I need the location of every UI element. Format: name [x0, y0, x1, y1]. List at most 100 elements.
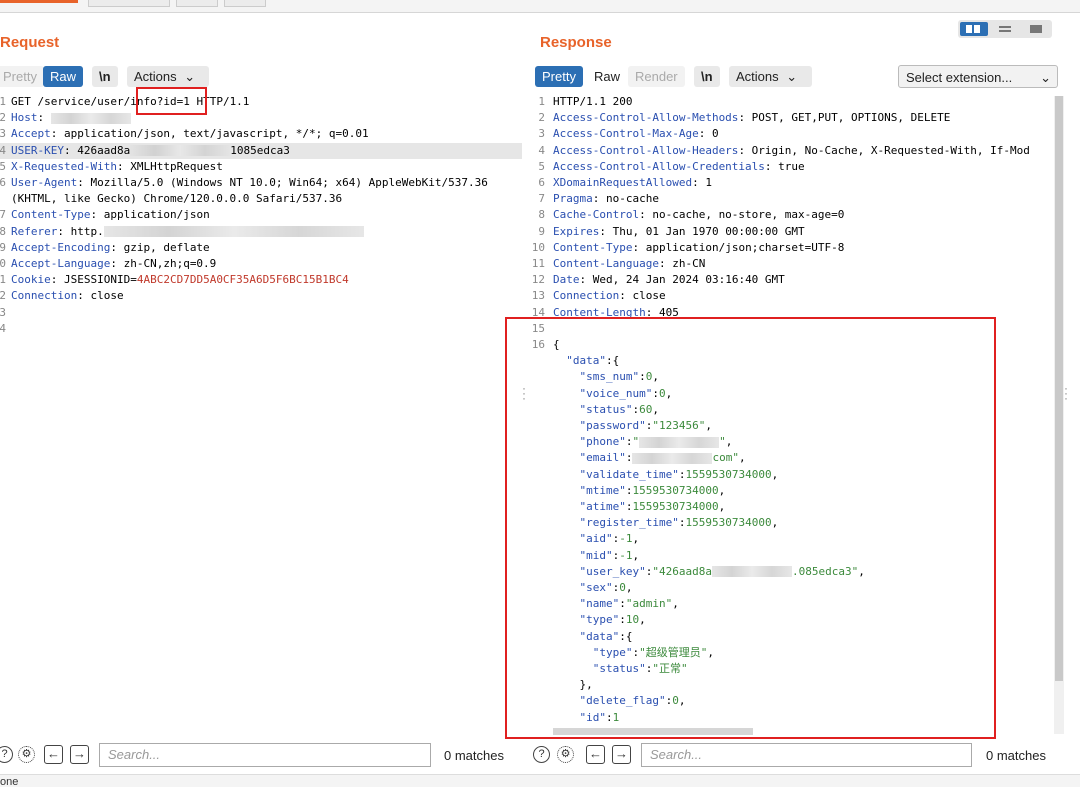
code-text: : POST, GET,PUT, OPTIONS, DELETE: [738, 111, 951, 125]
chevron-down-icon: ⌄: [184, 69, 196, 84]
header-key: Accept: [11, 127, 51, 141]
code-text: : Wed, 24 Jan 2024 03:16:40 GMT: [579, 273, 785, 287]
code-text: (KHTML, like Gecko) Chrome/120.0.0.0 Saf…: [11, 192, 343, 206]
response-tab-newline[interactable]: \n: [694, 66, 720, 87]
code-line[interactable]: 5 Access-Control-Allow-Credentials: true: [530, 159, 1054, 175]
line-number: 14: [0, 321, 6, 335]
tabs-layout-icon[interactable]: [1022, 22, 1050, 36]
line-number: 4: [0, 143, 6, 157]
line-number: 6: [538, 176, 545, 189]
code-text: :: [37, 111, 51, 125]
code-line[interactable]: 1 GET /service/user/info?id=1 HTTP/1.1: [0, 94, 522, 110]
code-line[interactable]: 2 Access-Control-Allow-Methods: POST, GET…: [530, 110, 1054, 126]
code-line[interactable]: 12 Date: Wed, 24 Jan 2024 03:16:40 GMT: [530, 272, 1054, 288]
line-number: 8: [0, 224, 6, 238]
code-line[interactable]: 4 USER-KEY: 426aad8a 1085edca3: [0, 142, 522, 159]
help-icon[interactable]: ?: [0, 746, 13, 763]
line-content: Expires: Thu, 01 Jan 1970 00:00:00 GMT: [553, 224, 805, 240]
header-key: Cookie: [11, 273, 51, 287]
tab-stub[interactable]: [224, 0, 266, 7]
line-content: Pragma: no-cache: [553, 191, 659, 207]
header-key: Content-Type: [11, 208, 91, 222]
code-text: : zh-CN: [658, 257, 706, 270]
code-line[interactable]: 8 Referer: http.: [0, 224, 522, 240]
line-content: HTTP/1.1 200: [553, 94, 632, 110]
previous-arrow-icon[interactable]: ←: [44, 745, 63, 764]
settings-gear-icon[interactable]: ⚙: [18, 746, 35, 763]
header-key: Cache-Control: [553, 208, 640, 222]
response-tab-raw[interactable]: Raw: [587, 66, 627, 87]
split-vertical-icon[interactable]: [991, 22, 1019, 36]
response-scrollbar[interactable]: [1054, 96, 1064, 734]
code-line[interactable]: 9 Accept-Encoding: gzip, deflate: [0, 240, 522, 256]
code-line[interactable]: 12 Connection: close: [0, 288, 522, 304]
line-content: Referer: http.: [11, 224, 364, 240]
code-text: : gzip, deflate: [110, 240, 210, 254]
previous-arrow-icon[interactable]: ←: [586, 745, 605, 764]
code-line[interactable]: 8 Cache-Control: no-cache, no-store, max-…: [530, 207, 1054, 223]
tab-stub[interactable]: [176, 0, 218, 7]
line-number: 1: [538, 95, 545, 108]
request-tab-raw[interactable]: Raw: [43, 66, 84, 87]
line-content: Content-Type: application/json;charset=U…: [553, 240, 844, 256]
actions-label: Actions: [736, 69, 779, 84]
next-arrow-icon[interactable]: →: [612, 745, 631, 764]
code-line[interactable]: 6 XDomainRequestAllowed: 1: [530, 175, 1054, 191]
header-key: Accept-Encoding: [11, 240, 111, 254]
request-actions-dropdown[interactable]: Actions ⌄: [127, 66, 209, 87]
header-key: Host: [11, 111, 38, 125]
code-text: : 1: [692, 176, 712, 189]
drag-handle-icon[interactable]: · · ·: [1064, 382, 1068, 404]
request-matches-count: 0 matches: [444, 748, 504, 763]
code-line[interactable]: 10 Content-Type: application/json;charset…: [530, 240, 1054, 256]
tab-stub[interactable]: [88, 0, 170, 7]
code-line[interactable]: 3 Access-Control-Max-Age: 0: [530, 126, 1054, 142]
code-line[interactable]: 7 Content-Type: application/json: [0, 207, 522, 223]
header-key: Access-Control-Allow-Headers: [553, 143, 739, 157]
response-actions-dropdown[interactable]: Actions ⌄: [729, 66, 812, 87]
code-text: GET /service/user/: [11, 95, 131, 108]
response-search-input[interactable]: Search...: [641, 743, 972, 767]
response-tab-render[interactable]: Render: [628, 66, 685, 87]
code-line[interactable]: 6 User-Agent: Mozilla/5.0 (Windows NT 10.…: [0, 175, 522, 191]
scrollbar-thumb[interactable]: [1055, 96, 1063, 681]
line-number: 6: [0, 176, 6, 189]
code-line[interactable]: 9 Expires: Thu, 01 Jan 1970 00:00:00 GMT: [530, 224, 1054, 240]
code-line[interactable]: 13: [0, 305, 522, 321]
code-line[interactable]: 7 Pragma: no-cache: [530, 191, 1054, 207]
response-title: Response: [540, 34, 612, 51]
code-text: : no-cache: [592, 192, 659, 206]
code-text: : XMLHttpRequest: [116, 159, 223, 173]
code-text: HTTP/1.1 200: [553, 95, 633, 108]
code-line[interactable]: 14: [0, 321, 522, 337]
request-tab-newline[interactable]: \n: [92, 66, 118, 87]
request-search-input[interactable]: Search...: [99, 743, 431, 767]
select-extension-dropdown[interactable]: Select extension... ⌄: [898, 65, 1058, 88]
line-content: Cookie: JSESSIONID=4ABC2CD7DD5A0CF35A6D5…: [11, 272, 349, 288]
code-line[interactable]: 4 Access-Control-Allow-Headers: Origin, N…: [530, 143, 1054, 159]
help-icon[interactable]: ?: [533, 746, 550, 763]
code-line[interactable]: 5 X-Requested-With: XMLHttpRequest: [0, 159, 522, 175]
line-content: Connection: close: [553, 288, 666, 304]
code-line[interactable]: 1 HTTP/1.1 200: [530, 94, 1054, 110]
code-line[interactable]: 2 Host:: [0, 110, 522, 126]
code-line[interactable]: 3 Accept: application/json, text/javascri…: [0, 126, 522, 142]
code-line[interactable]: 11 Content-Language: zh-CN: [530, 256, 1054, 272]
line-content: USER-KEY: 426aad8a 1085edca3: [11, 143, 290, 159]
header-key: USER-KEY: [11, 143, 64, 157]
next-arrow-icon[interactable]: →: [70, 745, 89, 764]
code-line[interactable]: 10 Accept-Language: zh-CN,zh;q=0.9: [0, 256, 522, 272]
code-line[interactable]: 11 Cookie: JSESSIONID=4ABC2CD7DD5A0CF35A6…: [0, 272, 522, 288]
settings-gear-icon[interactable]: ⚙: [557, 746, 574, 763]
code-line[interactable]: (KHTML, like Gecko) Chrome/120.0.0.0 Saf…: [0, 191, 522, 207]
request-editor[interactable]: 1 GET /service/user/info?id=1 HTTP/1.1 2 Ho…: [0, 94, 522, 734]
request-tab-pretty[interactable]: Pretty: [0, 66, 44, 87]
status-bar: one: [0, 774, 1080, 788]
highlight-box-response-body: [505, 317, 996, 739]
code-text: : Origin, No-Cache, X-Requested-With, If…: [738, 143, 1030, 157]
response-tab-pretty[interactable]: Pretty: [535, 66, 583, 87]
line-content: Content-Type: application/json: [11, 207, 210, 223]
code-line[interactable]: 13 Connection: close: [530, 288, 1054, 304]
split-horizontal-icon[interactable]: [960, 22, 988, 36]
active-tab-indicator[interactable]: [0, 0, 78, 3]
